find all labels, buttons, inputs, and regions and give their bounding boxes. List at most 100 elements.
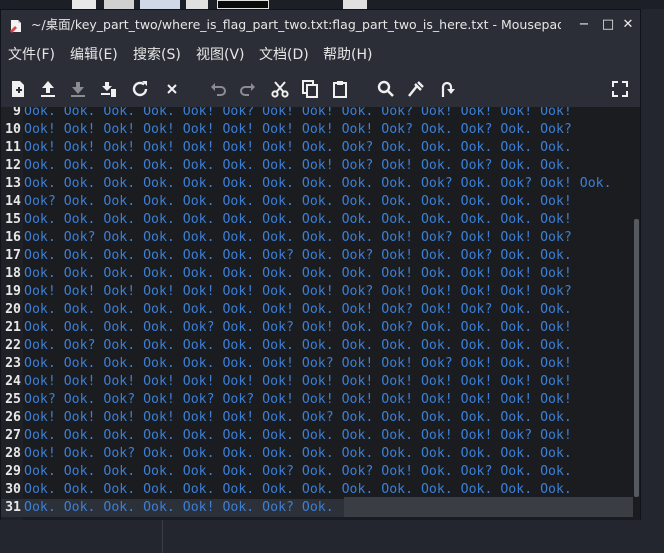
- new-document-icon[interactable]: [7, 78, 29, 100]
- desktop-divider: [162, 520, 163, 553]
- line-text: Ook. Ook. Ook. Ook. Ook! Ook? Ook! Ook! …: [24, 107, 572, 119]
- editor-line[interactable]: 15 Ook. Ook. Ook. Ook. Ook. Ook. Ook. Ook…: [1, 211, 633, 229]
- menu-search[interactable]: 搜索(S): [133, 40, 181, 70]
- taskbar-window-6[interactable]: [343, 0, 367, 9]
- editor-line[interactable]: 22 Ook. Ook? Ook. Ook. Ook. Ook. Ook. Ook…: [1, 337, 633, 355]
- taskbar-window-2[interactable]: [104, 0, 134, 9]
- line-text: Ook! Ook! Ook! Ook! Ook! Ook! Ook. Ook? …: [24, 410, 572, 425]
- line-text: Ook! Ook! Ook! Ook! Ook! Ook! Ook! Ook. …: [24, 140, 572, 155]
- redo-icon[interactable]: [237, 78, 259, 100]
- title-bar[interactable]: ~/桌面/key_part_two/where_is_flag_part_two…: [1, 10, 640, 40]
- taskbar-window-5[interactable]: [217, 0, 269, 9]
- close-button[interactable]: ✕: [621, 18, 635, 32]
- line-number: 26: [5, 410, 21, 425]
- line-number: 10: [5, 122, 21, 137]
- editor-line[interactable]: 26 Ook! Ook! Ook! Ook! Ook! Ook! Ook. Ook…: [1, 409, 633, 427]
- undo-icon[interactable]: [207, 78, 229, 100]
- line-text: Ook. Ook. Ook. Ook. Ook. Ook. Ook. Ook. …: [24, 212, 572, 227]
- line-number: 12: [5, 158, 21, 173]
- line-text: Ook. Ook. Ook. Ook. Ook. Ook. Ook? Ook. …: [24, 464, 572, 479]
- taskbar-window-3[interactable]: [140, 0, 180, 9]
- line-number: 25: [5, 392, 21, 407]
- close-document-icon[interactable]: [161, 78, 183, 100]
- line-text: Ook. Ook. Ook. Ook. Ook. Ook. Ook. Ook. …: [24, 266, 572, 281]
- line-text: Ook. Ook? Ook. Ook. Ook. Ook. Ook. Ook. …: [24, 338, 572, 353]
- line-number: 9: [13, 107, 21, 119]
- editor-line[interactable]: 21 Ook. Ook. Ook. Ook. Ook? Ook. Ook? Ook…: [1, 319, 633, 337]
- mousepad-app-icon: [9, 18, 23, 33]
- find-replace-icon[interactable]: [405, 78, 427, 100]
- line-number: 15: [5, 212, 21, 227]
- line-text: Ook. Ook. Ook. Ook. Ook. Ook. Ook. Ook. …: [24, 176, 612, 191]
- editor-line[interactable]: 13 Ook. Ook. Ook. Ook. Ook. Ook. Ook. Ook…: [1, 175, 633, 193]
- line-text: Ook. Ook? Ook. Ook. Ook. Ook. Ook. Ook. …: [24, 230, 572, 245]
- editor-line[interactable]: 20 Ook. Ook. Ook. Ook. Ook. Ook. Ook! Ook…: [1, 301, 633, 319]
- line-text: Ook! Ook. Ook? Ook. Ook. Ook. Ook. Ook. …: [24, 446, 572, 461]
- editor-line[interactable]: 18 Ook. Ook. Ook. Ook. Ook. Ook. Ook. Ook…: [1, 265, 633, 283]
- editor-line[interactable]: 28 Ook! Ook. Ook? Ook. Ook. Ook. Ook. Ook…: [1, 445, 633, 463]
- line-text: Ook? Ook. Ook. Ook. Ook. Ook. Ook. Ook. …: [24, 194, 572, 209]
- editor-line[interactable]: 9 Ook. Ook. Ook. Ook. Ook! Ook? Ook! Ook!…: [1, 107, 633, 121]
- menu-view[interactable]: 视图(V): [196, 40, 245, 70]
- fullscreen-icon[interactable]: [609, 78, 631, 100]
- editor-line[interactable]: 12 Ook. Ook. Ook. Ook. Ook. Ook. Ook. Ook…: [1, 157, 633, 175]
- editor-line[interactable]: 19 Ook! Ook! Ook! Ook! Ook! Ook! Ook. Ook…: [1, 283, 633, 301]
- line-number: 19: [5, 284, 21, 299]
- editor-line[interactable]: 14 Ook? Ook. Ook. Ook. Ook. Ook. Ook. Ook…: [1, 193, 633, 211]
- editor-line[interactable]: 10 Ook! Ook! Ook! Ook! Ook! Ook! Ook! Ook…: [1, 121, 633, 139]
- mousepad-window: ~/桌面/key_part_two/where_is_flag_part_two…: [0, 9, 641, 520]
- line-text: Ook. Ook. Ook. Ook. Ook? Ook. Ook? Ook! …: [24, 320, 572, 335]
- paste-icon[interactable]: [329, 78, 351, 100]
- editor-line[interactable]: 11 Ook! Ook! Ook! Ook! Ook! Ook! Ook! Ook…: [1, 139, 633, 157]
- line-text: Ook. Ook. Ook. Ook. Ook! Ook. Ook? Ook.: [24, 500, 334, 515]
- open-file-icon[interactable]: [37, 78, 59, 100]
- line-number: 31: [5, 500, 21, 515]
- line-number: 28: [5, 446, 21, 461]
- line-number: 22: [5, 338, 21, 353]
- horizontal-scrollbar[interactable]: [344, 497, 633, 517]
- line-number: 20: [5, 302, 21, 317]
- copy-icon[interactable]: [299, 78, 321, 100]
- save-icon[interactable]: [67, 78, 89, 100]
- editor-line[interactable]: 29 Ook. Ook. Ook. Ook. Ook. Ook. Ook? Ook…: [1, 463, 633, 481]
- line-text: Ook. Ook. Ook. Ook. Ook. Ook. Ook. Ook. …: [24, 428, 572, 443]
- menu-file[interactable]: 文件(F): [8, 40, 55, 70]
- menu-bar: 文件(F) 编辑(E) 搜索(S) 视图(V) 文档(D) 帮助(H): [1, 40, 640, 70]
- menu-document[interactable]: 文档(D): [259, 40, 309, 70]
- taskbar-window-4[interactable]: [186, 0, 208, 9]
- taskbar: [0, 0, 664, 9]
- editor-line[interactable]: 16 Ook. Ook? Ook. Ook. Ook. Ook. Ook. Ook…: [1, 229, 633, 247]
- editor-line[interactable]: 17 Ook. Ook. Ook. Ook. Ook. Ook. Ook? Ook…: [1, 247, 633, 265]
- line-number: 11: [5, 140, 21, 155]
- line-number: 18: [5, 266, 21, 281]
- line-number: 13: [5, 176, 21, 191]
- vertical-scrollbar[interactable]: [633, 107, 640, 520]
- editor-line[interactable]: 27 Ook. Ook. Ook. Ook. Ook. Ook. Ook. Ook…: [1, 427, 633, 445]
- text-editor[interactable]: 9 Ook. Ook. Ook. Ook. Ook! Ook? Ook! Ook!…: [1, 107, 640, 520]
- line-text: Ook. Ook. Ook. Ook. Ook. Ook. Ook. Ook! …: [24, 158, 572, 173]
- scrollbar-thumb[interactable]: [634, 219, 639, 497]
- line-number: 14: [5, 194, 21, 209]
- line-number: 30: [5, 482, 21, 497]
- line-number: 16: [5, 230, 21, 245]
- desktop-background: [0, 520, 664, 553]
- menu-help[interactable]: 帮助(H): [323, 40, 372, 70]
- cut-icon[interactable]: [269, 78, 291, 100]
- line-text: Ook! Ook! Ook! Ook! Ook! Ook! Ook! Ook! …: [24, 374, 572, 389]
- line-text: Ook. Ook. Ook. Ook. Ook. Ook. Ook! Ook? …: [24, 356, 572, 371]
- search-icon[interactable]: [375, 78, 397, 100]
- minimize-button[interactable]: −: [577, 18, 591, 32]
- goto-line-icon[interactable]: [435, 78, 457, 100]
- save-as-icon[interactable]: [97, 78, 119, 100]
- reload-icon[interactable]: [129, 78, 151, 100]
- taskbar-window-1[interactable]: [72, 0, 96, 9]
- maximize-button[interactable]: □: [601, 18, 615, 32]
- window-title: ~/桌面/key_part_two/where_is_flag_part_two…: [31, 17, 561, 32]
- line-text: Ook. Ook. Ook. Ook. Ook. Ook. Ook! Ook. …: [24, 302, 572, 317]
- menu-edit[interactable]: 编辑(E): [70, 40, 118, 70]
- editor-line[interactable]: 23 Ook. Ook. Ook. Ook. Ook. Ook. Ook! Ook…: [1, 355, 633, 373]
- editor-line[interactable]: 25 Ook? Ook. Ook? Ook! Ook? Ook? Ook! Ook…: [1, 391, 633, 409]
- line-number: 27: [5, 428, 21, 443]
- line-number: 23: [5, 356, 21, 371]
- editor-line[interactable]: 24 Ook! Ook! Ook! Ook! Ook! Ook! Ook! Ook…: [1, 373, 633, 391]
